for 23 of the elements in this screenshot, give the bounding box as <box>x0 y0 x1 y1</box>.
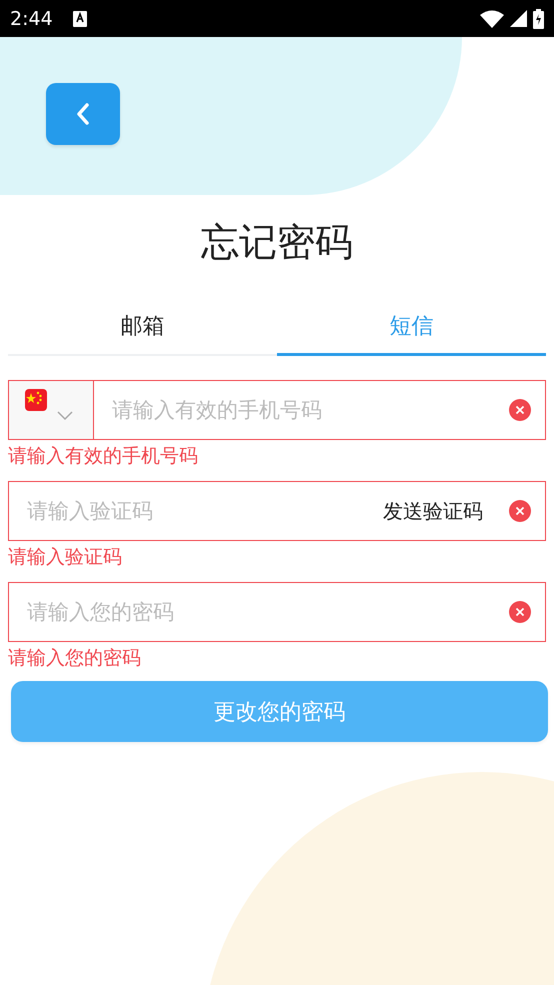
clear-icon[interactable] <box>509 601 531 623</box>
tab[interactable]: 邮箱 <box>8 308 277 356</box>
chevron-left-icon <box>76 102 90 126</box>
page-title: 忘记密码 <box>201 219 353 266</box>
input-field[interactable]: 请输入验证码 发送验证码 <box>8 481 546 541</box>
wifi-icon <box>480 10 504 28</box>
text-input[interactable]: 请输入验证码 <box>9 482 383 540</box>
chevron-down-icon <box>57 411 73 421</box>
error-message: 请输入验证码 <box>8 545 123 569</box>
flag-icon <box>25 389 47 411</box>
input-field[interactable]: 请输入有效的手机号码 <box>8 380 546 440</box>
send-code-button[interactable]: 发送验证码 <box>383 498 483 524</box>
error-message: 请输入有效的手机号码 <box>8 444 199 468</box>
status-time: 2:44 <box>10 8 53 30</box>
back-button[interactable] <box>46 83 120 145</box>
country-picker[interactable] <box>9 381 94 439</box>
clear-icon[interactable] <box>509 500 531 522</box>
keyboard-icon <box>72 10 87 26</box>
battery-icon <box>533 8 544 28</box>
clear-icon[interactable] <box>509 399 531 421</box>
signal-icon <box>510 10 527 27</box>
text-input[interactable]: 请输入有效的手机号码 <box>94 381 509 439</box>
error-message: 请输入您的密码 <box>8 646 142 670</box>
